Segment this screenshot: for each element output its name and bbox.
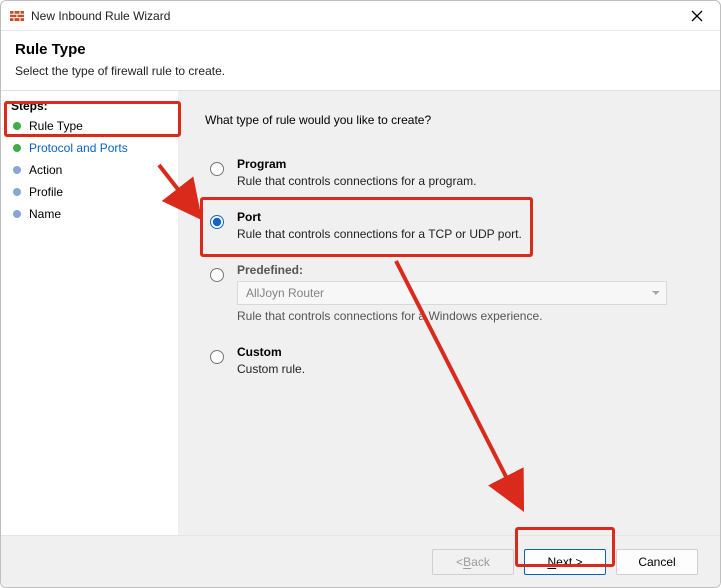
- steps-sidebar: Steps: Rule Type Protocol and Ports Acti…: [1, 91, 179, 535]
- option-custom-label: Custom: [237, 345, 305, 359]
- radio-port[interactable]: [210, 215, 224, 229]
- step-bullet-icon: [13, 188, 21, 196]
- step-bullet-icon: [13, 122, 21, 130]
- radio-program[interactable]: [210, 162, 224, 176]
- step-label: Profile: [29, 185, 63, 199]
- radio-predefined[interactable]: [210, 268, 224, 282]
- wizard-content: What type of rule would you like to crea…: [179, 91, 720, 535]
- question-text: What type of rule would you like to crea…: [205, 113, 694, 127]
- option-custom[interactable]: Custom Custom rule.: [205, 345, 694, 376]
- radio-custom[interactable]: [210, 350, 224, 364]
- titlebar: New Inbound Rule Wizard: [1, 1, 720, 31]
- wizard-footer: < Back Next > Cancel: [1, 535, 720, 587]
- window-title: New Inbound Rule Wizard: [31, 9, 170, 23]
- close-icon[interactable]: [682, 1, 712, 31]
- step-bullet-icon: [13, 144, 21, 152]
- step-label: Rule Type: [29, 119, 83, 133]
- option-custom-desc: Custom rule.: [237, 362, 305, 376]
- option-predefined[interactable]: Predefined: AllJoyn Router Rule that con…: [205, 263, 694, 323]
- wizard-header: Rule Type Select the type of firewall ru…: [1, 31, 720, 91]
- step-label: Protocol and Ports: [29, 141, 128, 155]
- next-button[interactable]: Next >: [524, 549, 606, 575]
- steps-heading: Steps:: [11, 99, 174, 113]
- firewall-icon: [9, 8, 25, 24]
- page-subtitle: Select the type of firewall rule to crea…: [15, 64, 706, 78]
- option-port-label: Port: [237, 210, 522, 224]
- option-port[interactable]: Port Rule that controls connections for …: [205, 210, 694, 241]
- option-port-desc: Rule that controls connections for a TCP…: [237, 227, 522, 241]
- step-protocol-ports[interactable]: Protocol and Ports: [7, 137, 174, 159]
- option-program-desc: Rule that controls connections for a pro…: [237, 174, 476, 188]
- step-label: Action: [29, 163, 62, 177]
- option-program-label: Program: [237, 157, 476, 171]
- step-action[interactable]: Action: [7, 159, 174, 181]
- cancel-button[interactable]: Cancel: [616, 549, 698, 575]
- option-program[interactable]: Program Rule that controls connections f…: [205, 157, 694, 188]
- wizard-window: New Inbound Rule Wizard Rule Type Select…: [0, 0, 721, 588]
- step-name[interactable]: Name: [7, 203, 174, 225]
- back-button: < Back: [432, 549, 514, 575]
- page-title: Rule Type: [15, 41, 706, 58]
- step-label: Name: [29, 207, 61, 221]
- step-profile[interactable]: Profile: [7, 181, 174, 203]
- step-bullet-icon: [13, 210, 21, 218]
- wizard-body: Steps: Rule Type Protocol and Ports Acti…: [1, 91, 720, 535]
- predefined-select: AllJoyn Router: [237, 281, 667, 305]
- step-rule-type[interactable]: Rule Type: [7, 115, 174, 137]
- step-bullet-icon: [13, 166, 21, 174]
- option-predefined-desc: Rule that controls connections for a Win…: [237, 309, 667, 323]
- option-predefined-label: Predefined:: [237, 263, 667, 277]
